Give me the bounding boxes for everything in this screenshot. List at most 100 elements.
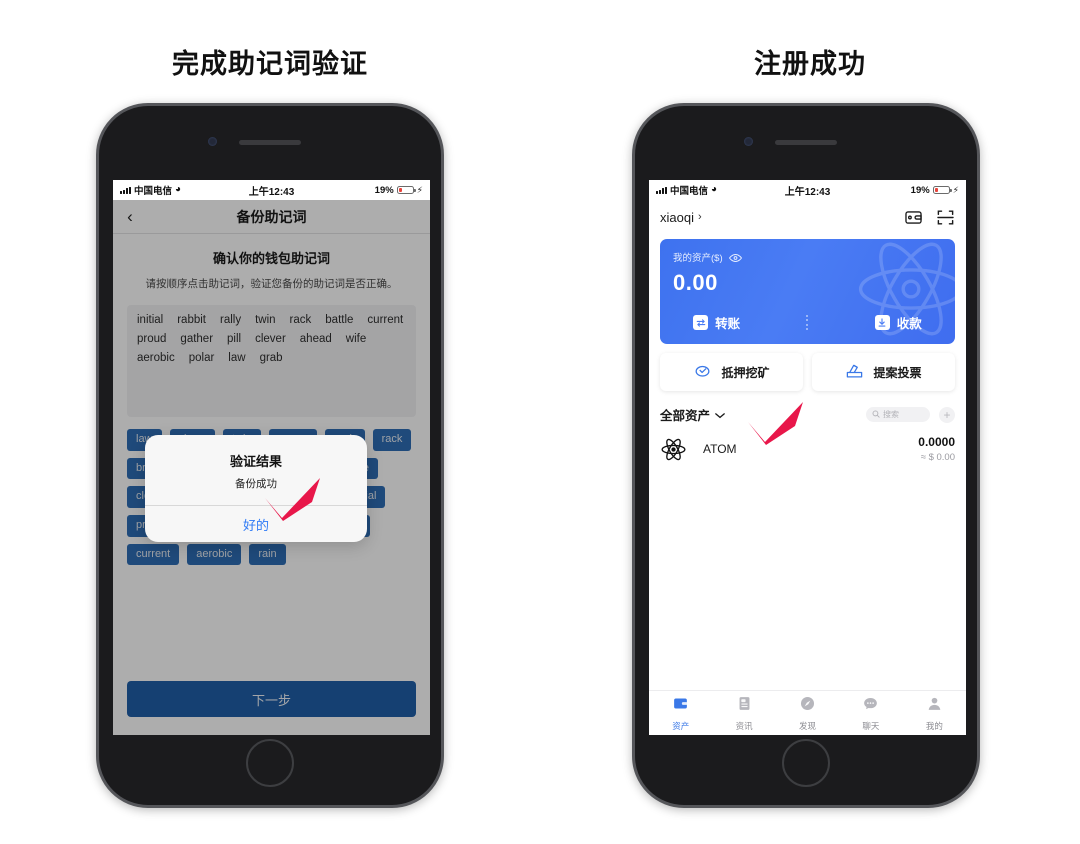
- charging-bolt-icon: ⚡: [416, 184, 423, 195]
- screenshot-stage: 完成助记词验证 注册成功 中国电信 ◕ 上午12:43 19% ⚡ ‹ 备份助记…: [0, 0, 1080, 844]
- status-left: 中国电信 ◕: [120, 183, 181, 197]
- verify-subheading: 请按顺序点击助记词，验证您备份的助记词是否正确。: [145, 278, 398, 290]
- home-button[interactable]: [246, 739, 294, 787]
- selected-word[interactable]: rally: [220, 314, 241, 326]
- front-camera-icon: [208, 137, 217, 146]
- send-label: 转账: [715, 317, 741, 331]
- card-divider-dots: [806, 314, 809, 331]
- status-right: 19% ⚡: [375, 185, 423, 196]
- transfer-icon: [693, 315, 709, 330]
- selected-word[interactable]: grab: [260, 352, 283, 364]
- selected-word[interactable]: proud: [137, 333, 166, 345]
- asset-amount: 0.0000: [918, 435, 955, 449]
- tab-label: 发现: [799, 720, 817, 731]
- selected-word[interactable]: aerobic: [137, 352, 175, 364]
- add-asset-button[interactable]: +: [939, 406, 955, 423]
- wallet-home-content: xiaoqi › 我的资产($) 0.00 转账 收款 抵押挖矿 提案投票 全部…: [649, 200, 966, 735]
- tab-label: 聊天: [862, 720, 880, 731]
- selected-word[interactable]: rack: [290, 314, 312, 326]
- status-bar-right: 中国电信 ◕ 上午12:43 19% ⚡: [649, 180, 966, 200]
- atom-icon: [660, 436, 687, 463]
- earpiece-speaker: [239, 140, 301, 145]
- tab-label: 资讯: [735, 720, 753, 731]
- battery-icon: [396, 185, 416, 195]
- wallet-icon[interactable]: [904, 208, 923, 227]
- asset-values: 0.0000 ≈ $ 0.00: [918, 435, 955, 463]
- scan-icon[interactable]: [936, 208, 955, 227]
- wifi-icon: ◕: [711, 184, 718, 195]
- front-camera-icon: [744, 137, 753, 146]
- battery-percent: 19%: [374, 184, 394, 196]
- selected-word[interactable]: rabbit: [177, 314, 206, 326]
- selected-word[interactable]: twin: [255, 314, 275, 326]
- word-chip[interactable]: current: [127, 543, 180, 566]
- phone-mockup-left: 中国电信 ◕ 上午12:43 19% ⚡ ‹ 备份助记词 确认你的钱包助记词 请: [96, 103, 444, 808]
- wallet-header: xiaoqi ›: [649, 200, 966, 234]
- search-input[interactable]: 搜索: [866, 407, 930, 422]
- selected-word[interactable]: initial: [137, 314, 163, 326]
- phone-mockup-right: 中国电信 ◕ 上午12:43 19% ⚡ xiaoqi › 我的资产($) 0.…: [632, 103, 980, 808]
- receive-button[interactable]: 收款: [874, 313, 922, 332]
- tab-wallet[interactable]: 资产: [649, 695, 712, 732]
- word-chip[interactable]: rain: [249, 543, 286, 566]
- receive-label: 收款: [896, 317, 922, 331]
- signal-bars-icon: [656, 186, 667, 194]
- caption-right: 注册成功: [754, 49, 866, 79]
- chevron-down-icon: [715, 408, 725, 422]
- selected-word[interactable]: battle: [325, 314, 353, 326]
- battery-percent: 19%: [910, 184, 930, 196]
- dialog-ok-button[interactable]: 好的: [145, 506, 367, 542]
- tab-profile[interactable]: 我的: [903, 695, 966, 732]
- asset-filter-dropdown[interactable]: 全部资产: [660, 405, 725, 424]
- header-icon-group: [904, 208, 955, 227]
- verification-result-dialog: 验证结果 备份成功 好的: [145, 435, 367, 542]
- asset-list-tools: 搜索 +: [866, 406, 955, 423]
- selected-words-box[interactable]: initial rabbit rally twin rack battle current p…: [127, 305, 416, 417]
- selected-word[interactable]: polar: [189, 352, 215, 364]
- vote-icon: [845, 361, 864, 383]
- table-row[interactable]: ATOM 0.0000 ≈ $ 0.00: [660, 435, 955, 469]
- receive-icon: [874, 315, 890, 330]
- dialog-body: 验证结果 备份成功: [145, 435, 367, 505]
- word-chip[interactable]: aerobic: [187, 543, 242, 566]
- selected-word[interactable]: law: [228, 352, 245, 364]
- asset-fiat-value: ≈ $ 0.00: [920, 452, 955, 463]
- verify-heading: 确认你的钱包助记词: [212, 251, 330, 266]
- selected-word[interactable]: clever: [255, 333, 286, 345]
- carrier-name: 中国电信: [134, 186, 173, 197]
- chat-tab-icon: [862, 695, 879, 717]
- status-right: 19% ⚡: [911, 185, 959, 196]
- send-button[interactable]: 转账: [693, 313, 740, 332]
- chevron-right-icon: ›: [697, 211, 702, 223]
- stake-icon: [693, 361, 712, 383]
- asset-list-header: 全部资产 搜索 +: [660, 405, 955, 424]
- carrier-name: 中国电信: [670, 186, 709, 197]
- search-placeholder: 搜索: [883, 410, 899, 419]
- tab-news[interactable]: 资讯: [712, 695, 775, 732]
- word-chip[interactable]: rack: [372, 429, 412, 451]
- selected-word[interactable]: wife: [346, 333, 366, 345]
- left-screen-content: ‹ 备份助记词 确认你的钱包助记词 请按顺序点击助记词，验证您备份的助记词是否正…: [113, 200, 430, 735]
- home-button[interactable]: [782, 739, 830, 787]
- selected-word[interactable]: pill: [227, 333, 241, 345]
- dialog-title: 验证结果: [229, 454, 282, 469]
- tab-chat[interactable]: 聊天: [839, 695, 902, 732]
- selected-word[interactable]: ahead: [300, 333, 332, 345]
- vote-button[interactable]: 提案投票: [812, 353, 955, 391]
- wallet-name-button[interactable]: xiaoqi ›: [660, 210, 702, 225]
- next-step-button[interactable]: 下一步: [127, 681, 416, 717]
- battery-icon: [932, 185, 952, 195]
- nav-bar: ‹ 备份助记词: [113, 200, 430, 234]
- stake-label: 抵押挖矿: [721, 365, 770, 380]
- selected-word[interactable]: gather: [180, 333, 213, 345]
- tab-discover[interactable]: 发现: [776, 695, 839, 732]
- asset-symbol: ATOM: [703, 442, 737, 456]
- search-icon: [872, 410, 880, 420]
- status-bar-left: 中国电信 ◕ 上午12:43 19% ⚡: [113, 180, 430, 200]
- page-title: 备份助记词: [236, 208, 307, 225]
- vote-label: 提案投票: [873, 365, 922, 380]
- selected-word[interactable]: current: [367, 314, 403, 326]
- stake-button[interactable]: 抵押挖矿: [660, 353, 803, 391]
- eye-icon[interactable]: [728, 253, 742, 262]
- bottom-tab-bar: 资产 资讯 发现 聊天 我的: [649, 690, 966, 735]
